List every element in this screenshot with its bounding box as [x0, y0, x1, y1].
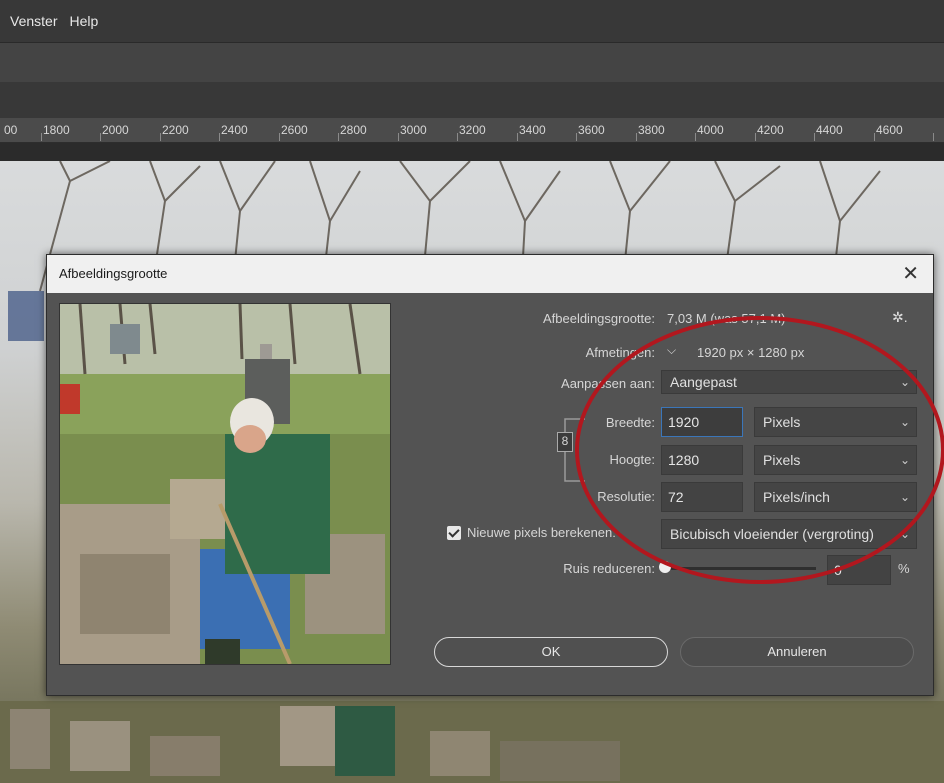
preview-photo — [60, 304, 390, 664]
noise-unit: % — [898, 561, 910, 576]
ruler-tick: 00 — [4, 123, 18, 137]
close-icon[interactable]: ✕ — [902, 261, 919, 286]
ruler-tick: 3800 — [638, 123, 665, 137]
dialog-title: Afbeeldingsgrootte — [59, 266, 168, 281]
ruler-tick: 1800 — [43, 123, 70, 137]
cancel-button[interactable]: Annuleren — [680, 637, 914, 667]
ruler-tick: 3400 — [519, 123, 546, 137]
menu-venster[interactable]: Venster — [8, 13, 59, 29]
options-bar — [0, 43, 944, 82]
ruler-tick: 4000 — [697, 123, 724, 137]
ruler-tick: 2400 — [221, 123, 248, 137]
document-tab-bar — [0, 82, 944, 118]
ruler-tick: 4200 — [757, 123, 784, 137]
ruler-tick: 3600 — [578, 123, 605, 137]
horizontal-ruler[interactable]: 00 1800 2000 2200 2400 2600 2800 3000 32… — [0, 118, 944, 143]
ruler-tick: 2600 — [281, 123, 308, 137]
ruler-tick: 2800 — [340, 123, 367, 137]
gear-icon[interactable]: ✲. — [892, 309, 908, 326]
ok-button[interactable]: OK — [434, 637, 668, 667]
annotation-ellipse — [575, 316, 944, 584]
resample-checkbox[interactable] — [447, 526, 461, 540]
ruler-tick: 3000 — [400, 123, 427, 137]
canvas-top-strip — [0, 143, 944, 161]
dialog-titlebar: Afbeeldingsgrootte ✕ — [47, 255, 933, 293]
ruler-tick: 4400 — [816, 123, 843, 137]
ruler-tick: 4600 — [876, 123, 903, 137]
noise-reduction-label: Ruis reduceren: — [563, 561, 655, 576]
image-preview[interactable] — [59, 303, 391, 665]
link-icon[interactable]: 8 — [557, 432, 573, 452]
ruler-tick: 3200 — [459, 123, 486, 137]
image-size-label: Afbeeldingsgrootte: — [542, 311, 655, 326]
menu-bar: Venster Help — [0, 0, 944, 43]
menu-help[interactable]: Help — [67, 13, 100, 29]
ruler-tick: 2200 — [162, 123, 189, 137]
dimensions-label: Afmetingen: — [585, 345, 655, 360]
ruler-tick: 2000 — [102, 123, 129, 137]
